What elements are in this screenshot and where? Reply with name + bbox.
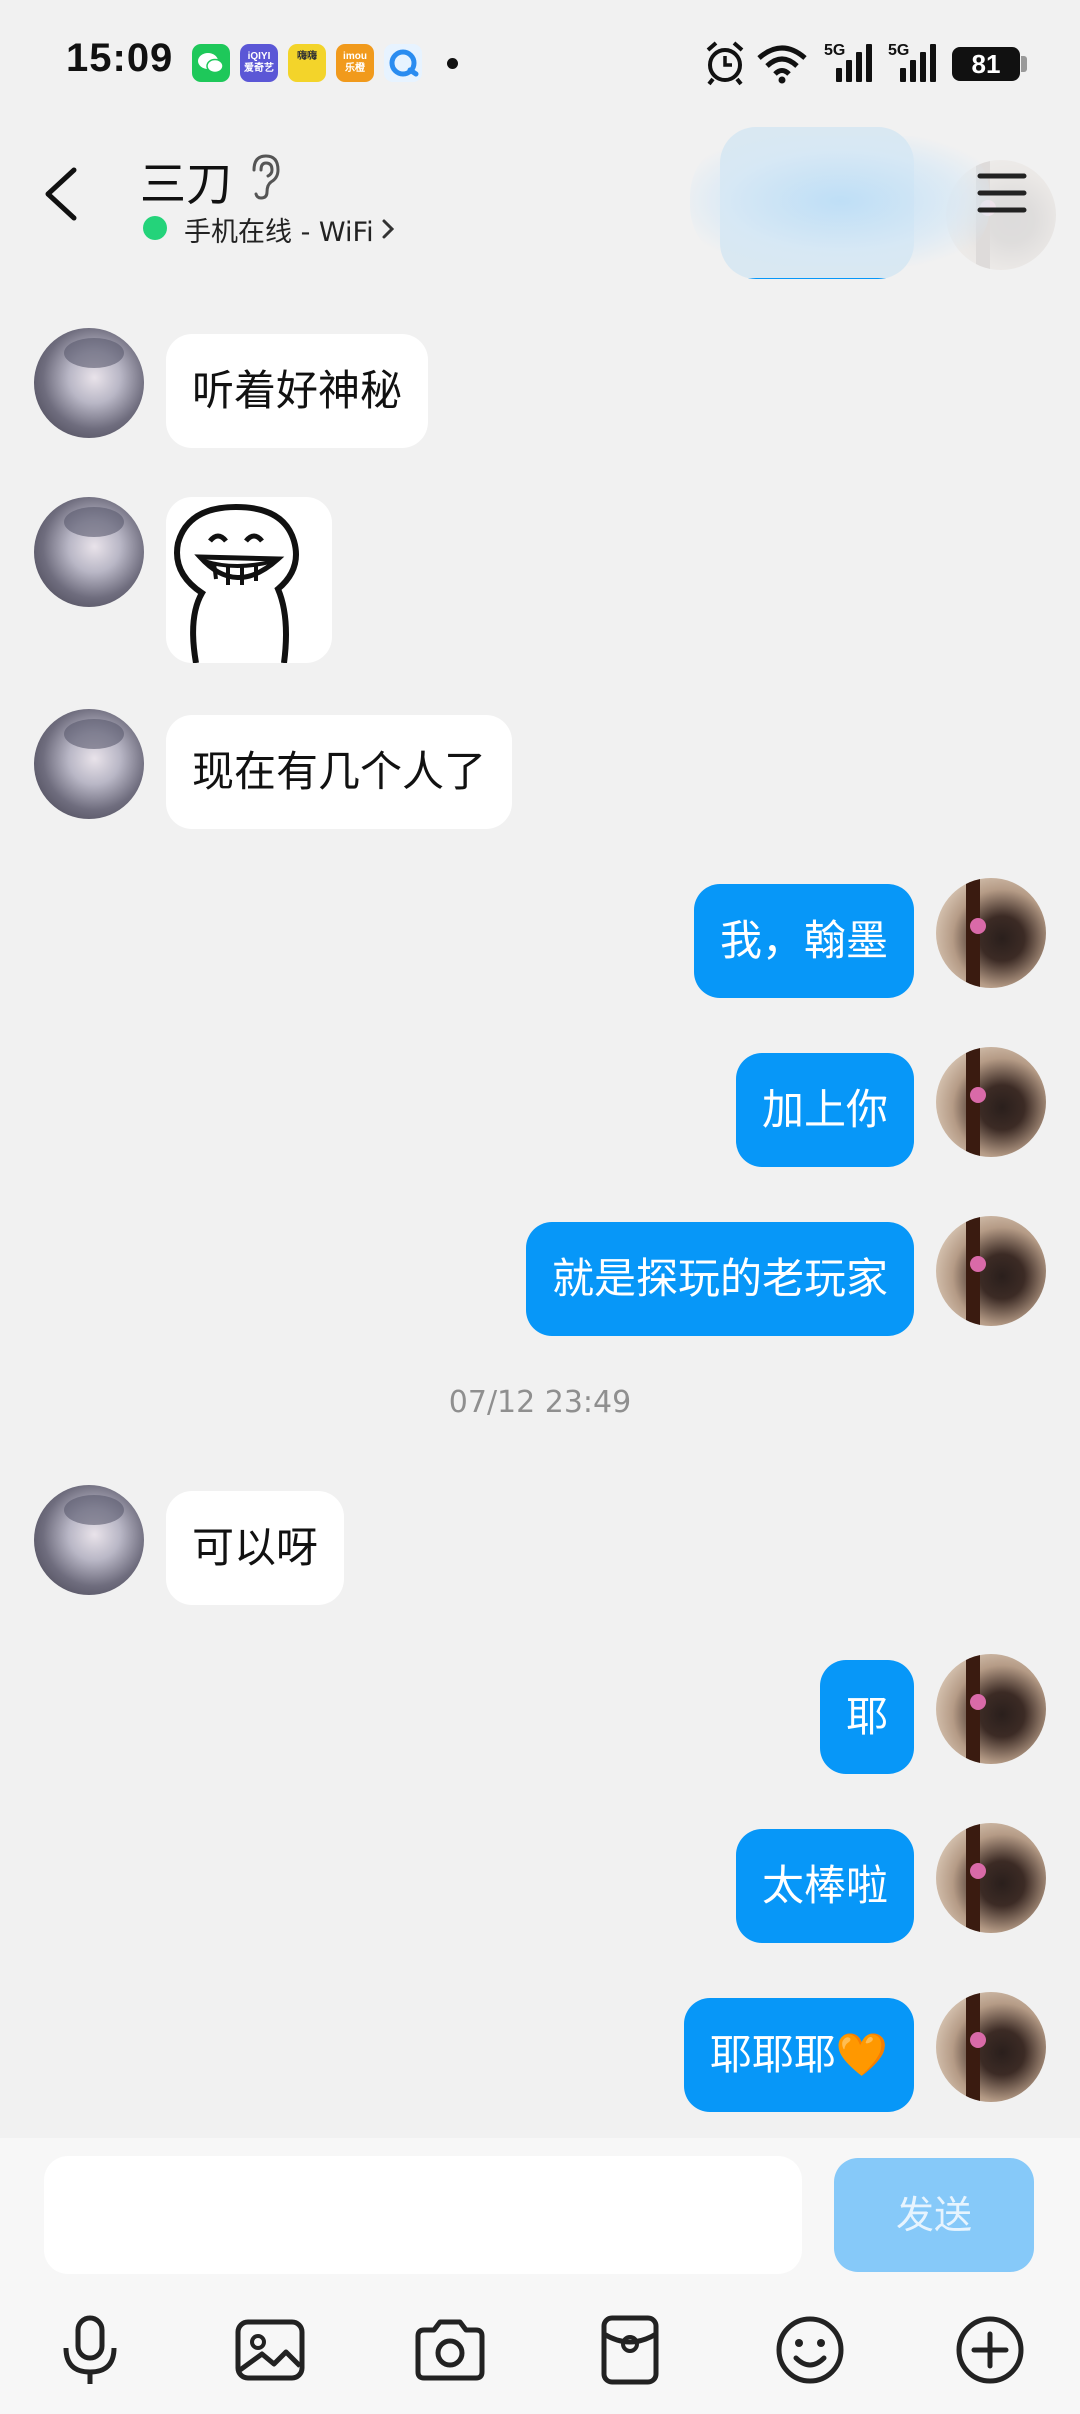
wechat-icon bbox=[192, 44, 230, 82]
battery-level: 81 bbox=[952, 47, 1020, 81]
contact-name[interactable]: 三刀 bbox=[140, 148, 232, 214]
iqiyi-icon: iQIYI 爱奇艺 bbox=[240, 44, 278, 82]
plus-icon[interactable] bbox=[950, 2310, 1030, 2390]
signal-bars-icon-2 bbox=[900, 44, 942, 82]
contact-avatar[interactable] bbox=[34, 497, 144, 607]
message-timestamp: 07/12 23:49 bbox=[448, 1385, 632, 1420]
microphone-icon[interactable] bbox=[50, 2310, 130, 2390]
alarm-icon bbox=[706, 41, 744, 86]
grinning-face-sticker[interactable] bbox=[166, 497, 332, 663]
status-time: 15:09 bbox=[66, 36, 174, 80]
back-arrow-icon[interactable] bbox=[36, 154, 96, 234]
emoji-icon[interactable] bbox=[770, 2310, 850, 2390]
contact-avatar[interactable] bbox=[34, 1485, 144, 1595]
send-button[interactable]: 发送 bbox=[834, 2158, 1034, 2272]
message-bubble-incoming[interactable]: 现在有几个人了 bbox=[166, 715, 513, 829]
image-icon[interactable] bbox=[230, 2310, 310, 2390]
online-status-text[interactable]: 手机在线 - WiFi bbox=[184, 210, 374, 249]
message-bubble-outgoing[interactable]: 我，翰墨 bbox=[693, 884, 914, 998]
my-avatar[interactable] bbox=[936, 1823, 1046, 1933]
ear-icon[interactable] bbox=[246, 152, 282, 202]
blurred-area bbox=[690, 136, 990, 266]
chevron-right-icon[interactable] bbox=[378, 214, 398, 244]
chat-header: 三刀 手机在线 - WiFi bbox=[0, 126, 1080, 286]
message-input[interactable] bbox=[44, 2156, 802, 2274]
message-bubble-outgoing[interactable]: 耶耶耶🧡 bbox=[683, 1998, 914, 2112]
input-area: 发送 bbox=[0, 2138, 1080, 2414]
my-avatar[interactable] bbox=[936, 1047, 1046, 1157]
my-avatar[interactable] bbox=[936, 1654, 1046, 1764]
contact-avatar[interactable] bbox=[34, 709, 144, 819]
signal-bars-icon bbox=[836, 44, 878, 82]
contact-avatar[interactable] bbox=[34, 328, 144, 438]
imou-icon: imou 乐橙 bbox=[336, 44, 374, 82]
haoshi-icon: 嗨嗨 bbox=[288, 44, 326, 82]
menu-icon[interactable] bbox=[976, 168, 1028, 218]
wifi-icon bbox=[757, 45, 807, 84]
status-bar: 15:09 iQIYI 爱奇艺 嗨嗨 imou 乐橙 5G 5G 81 bbox=[0, 0, 1080, 126]
message-bubble-outgoing[interactable]: 就是探玩的老玩家 bbox=[525, 1222, 914, 1336]
message-bubble-outgoing[interactable]: 太棒啦 bbox=[735, 1829, 914, 1943]
more-notifications-dot bbox=[447, 58, 458, 69]
battery-cap bbox=[1021, 56, 1027, 72]
camera-icon[interactable] bbox=[410, 2310, 490, 2390]
message-bubble-incoming[interactable]: 听着好神秘 bbox=[166, 334, 429, 448]
online-status-dot bbox=[143, 216, 167, 240]
my-avatar[interactable] bbox=[936, 1216, 1046, 1326]
red-packet-icon[interactable] bbox=[590, 2310, 670, 2390]
message-bubble-incoming[interactable]: 可以呀 bbox=[166, 1491, 345, 1605]
message-bubble-outgoing[interactable]: 加上你 bbox=[735, 1053, 914, 1167]
message-bubble-outgoing[interactable]: 耶 bbox=[819, 1660, 914, 1774]
qq-browser-icon bbox=[384, 44, 422, 82]
my-avatar[interactable] bbox=[936, 1992, 1046, 2102]
my-avatar[interactable] bbox=[936, 878, 1046, 988]
